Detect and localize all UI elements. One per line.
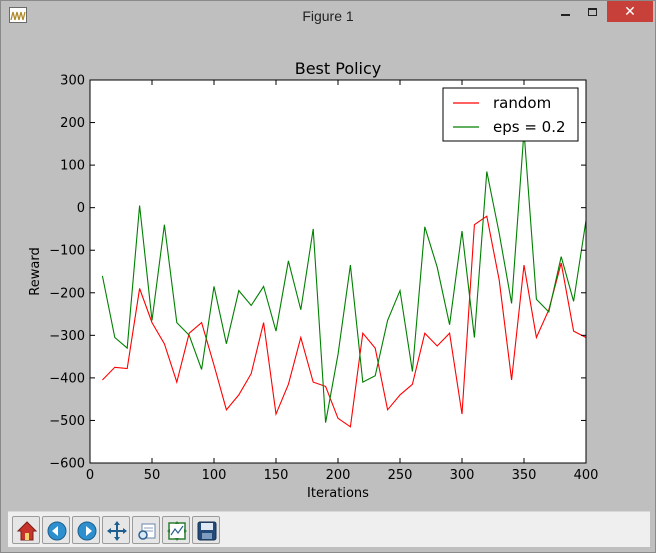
home-icon [16, 521, 38, 541]
pan-icon [107, 521, 127, 541]
legend-label-2: eps = 0.2 [493, 118, 566, 136]
y-tick-label: −200 [49, 286, 85, 301]
back-icon [47, 521, 67, 541]
y-tick-label: −500 [49, 414, 85, 429]
forward-button[interactable] [72, 516, 100, 544]
title-bar[interactable]: Figure 1 ✕ [1, 1, 655, 31]
navigation-toolbar [8, 511, 650, 547]
y-tick-label: 0 [77, 201, 85, 216]
y-tick-label: −600 [49, 457, 85, 472]
legend-label-1: random [493, 94, 551, 112]
y-tick-label: 200 [60, 116, 85, 131]
close-icon: ✕ [624, 3, 636, 20]
close-button[interactable]: ✕ [607, 1, 653, 22]
y-tick-label: −400 [49, 371, 85, 386]
figure-window: Figure 1 ✕ 0 50 100 150 200 250 300 350 400 −600 −… [0, 0, 656, 553]
chart-title: Best Policy [295, 59, 382, 78]
back-button[interactable] [42, 516, 70, 544]
x-tick-label: 400 [574, 468, 599, 483]
zoom-icon [138, 523, 156, 540]
y-tick-label: 300 [60, 74, 85, 89]
y-axis-label: Reward [28, 247, 43, 295]
x-tick-label: 300 [450, 468, 475, 483]
figure-canvas[interactable]: 0 50 100 150 200 250 300 350 400 −600 −500 −400 −300… [8, 31, 650, 511]
x-tick-label: 250 [388, 468, 413, 483]
minimize-icon [561, 13, 570, 16]
maximize-button[interactable] [579, 1, 606, 22]
subplots-icon [167, 521, 187, 541]
x-tick-label: 200 [326, 468, 351, 483]
x-tick-label: 350 [512, 468, 537, 483]
x-tick-label: 150 [264, 468, 289, 483]
minimize-button[interactable] [552, 1, 579, 22]
maximize-icon [588, 7, 597, 16]
y-tick-label: 100 [60, 159, 85, 174]
zoom-button[interactable] [132, 516, 160, 544]
save-button[interactable] [192, 516, 220, 544]
save-icon [197, 521, 217, 541]
subplots-button[interactable] [162, 516, 190, 544]
x-tick-label: 50 [144, 468, 161, 483]
forward-icon [77, 521, 97, 541]
y-tick-label: −300 [49, 329, 85, 344]
x-tick-label: 100 [202, 468, 227, 483]
home-button[interactable] [12, 516, 40, 544]
x-axis-label: Iterations [307, 486, 369, 501]
pan-button[interactable] [102, 516, 130, 544]
x-tick-label: 0 [86, 468, 94, 483]
y-tick-label: −100 [49, 244, 85, 259]
chart: 0 50 100 150 200 250 300 350 400 −600 −500 −400 −300… [28, 59, 599, 501]
